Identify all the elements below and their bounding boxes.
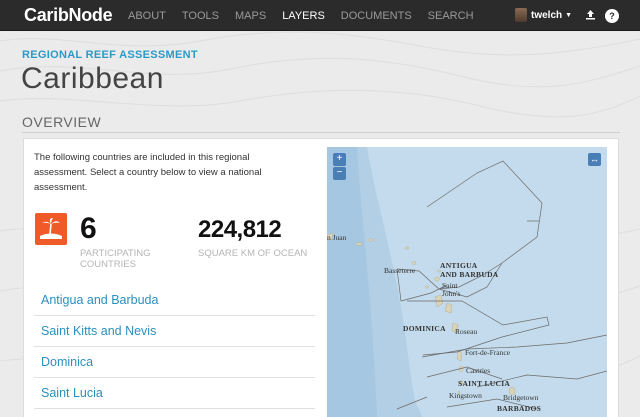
avatar (515, 8, 527, 22)
nav-link-search[interactable]: SEARCH (428, 10, 474, 22)
intro-text: The following countries are included in … (34, 152, 262, 193)
map-label-bridgetown: Bridgetown (503, 393, 539, 402)
nav-link-tools[interactable]: TOOLS (182, 10, 219, 22)
map-label-san-juan: n Juan (327, 233, 347, 242)
country-link-saint-kitts[interactable]: Saint Kitts and Nevis (34, 316, 315, 347)
upload-icon[interactable] (583, 9, 597, 23)
map-label-barbuda: AND BARBUDA (440, 270, 499, 279)
map-label-antigua: ANTIGUA (440, 261, 478, 270)
expand-map-button[interactable]: ↔ (588, 153, 601, 166)
map-label-kingstown: Kingstown (449, 391, 482, 400)
stat-countries-value: 6 (80, 212, 97, 245)
map-label-barbados: BARBADOS (497, 404, 542, 413)
divider (22, 132, 620, 133)
map-label-johns: John's (442, 289, 461, 298)
brand-logo[interactable]: CaribNode (24, 5, 113, 26)
map-label-basseterre: Basseterre (384, 266, 416, 275)
country-link-dominica[interactable]: Dominica (34, 347, 315, 378)
chevron-down-icon: ▼ (565, 11, 573, 19)
stat-ocean-value: 224,812 (198, 216, 282, 243)
nav-link-about[interactable]: ABOUT (128, 10, 166, 22)
section-heading-overview: OVERVIEW (22, 114, 102, 130)
help-icon[interactable]: ? (605, 9, 619, 23)
page-title: Caribbean (21, 62, 164, 95)
nav-link-layers[interactable]: LAYERS (282, 10, 325, 22)
top-navbar: CaribNode ABOUT TOOLS MAPS LAYERS DOCUME… (0, 0, 640, 31)
country-list: Antigua and Barbuda Saint Kitts and Nevi… (34, 285, 315, 409)
map-canvas (327, 147, 607, 417)
region-map[interactable]: + − ↔ n Juan Basseterre ANTIGUA AND BARB… (327, 147, 607, 417)
map-label-saint-lucia: SAINT LUCIA (458, 379, 511, 388)
zoom-in-button[interactable]: + (333, 153, 346, 166)
zoom-out-button[interactable]: − (333, 167, 346, 180)
user-menu[interactable]: twelch ▼ (515, 8, 572, 22)
map-label-dominica: DOMINICA (403, 324, 446, 333)
map-label-roseau: Roseau (455, 327, 478, 336)
country-link-antigua[interactable]: Antigua and Barbuda (34, 285, 315, 316)
country-link-saint-lucia[interactable]: Saint Lucia (34, 378, 315, 409)
stat-countries-label: PARTICIPATING COUNTRIES (80, 248, 151, 270)
island-palm-icon (35, 213, 67, 245)
map-label-fort-de-france: Fort-de-France (465, 348, 510, 357)
nav-link-maps[interactable]: MAPS (235, 10, 266, 22)
map-label-castries: Castries (466, 366, 491, 375)
nav-link-documents[interactable]: DOCUMENTS (341, 10, 412, 22)
stat-ocean-label: SQUARE KM OF OCEAN (198, 248, 308, 259)
username: twelch (531, 9, 563, 21)
page-subtitle: REGIONAL REEF ASSESSMENT (22, 49, 198, 61)
nav-links: ABOUT TOOLS MAPS LAYERS DOCUMENTS SEARCH (128, 10, 490, 22)
